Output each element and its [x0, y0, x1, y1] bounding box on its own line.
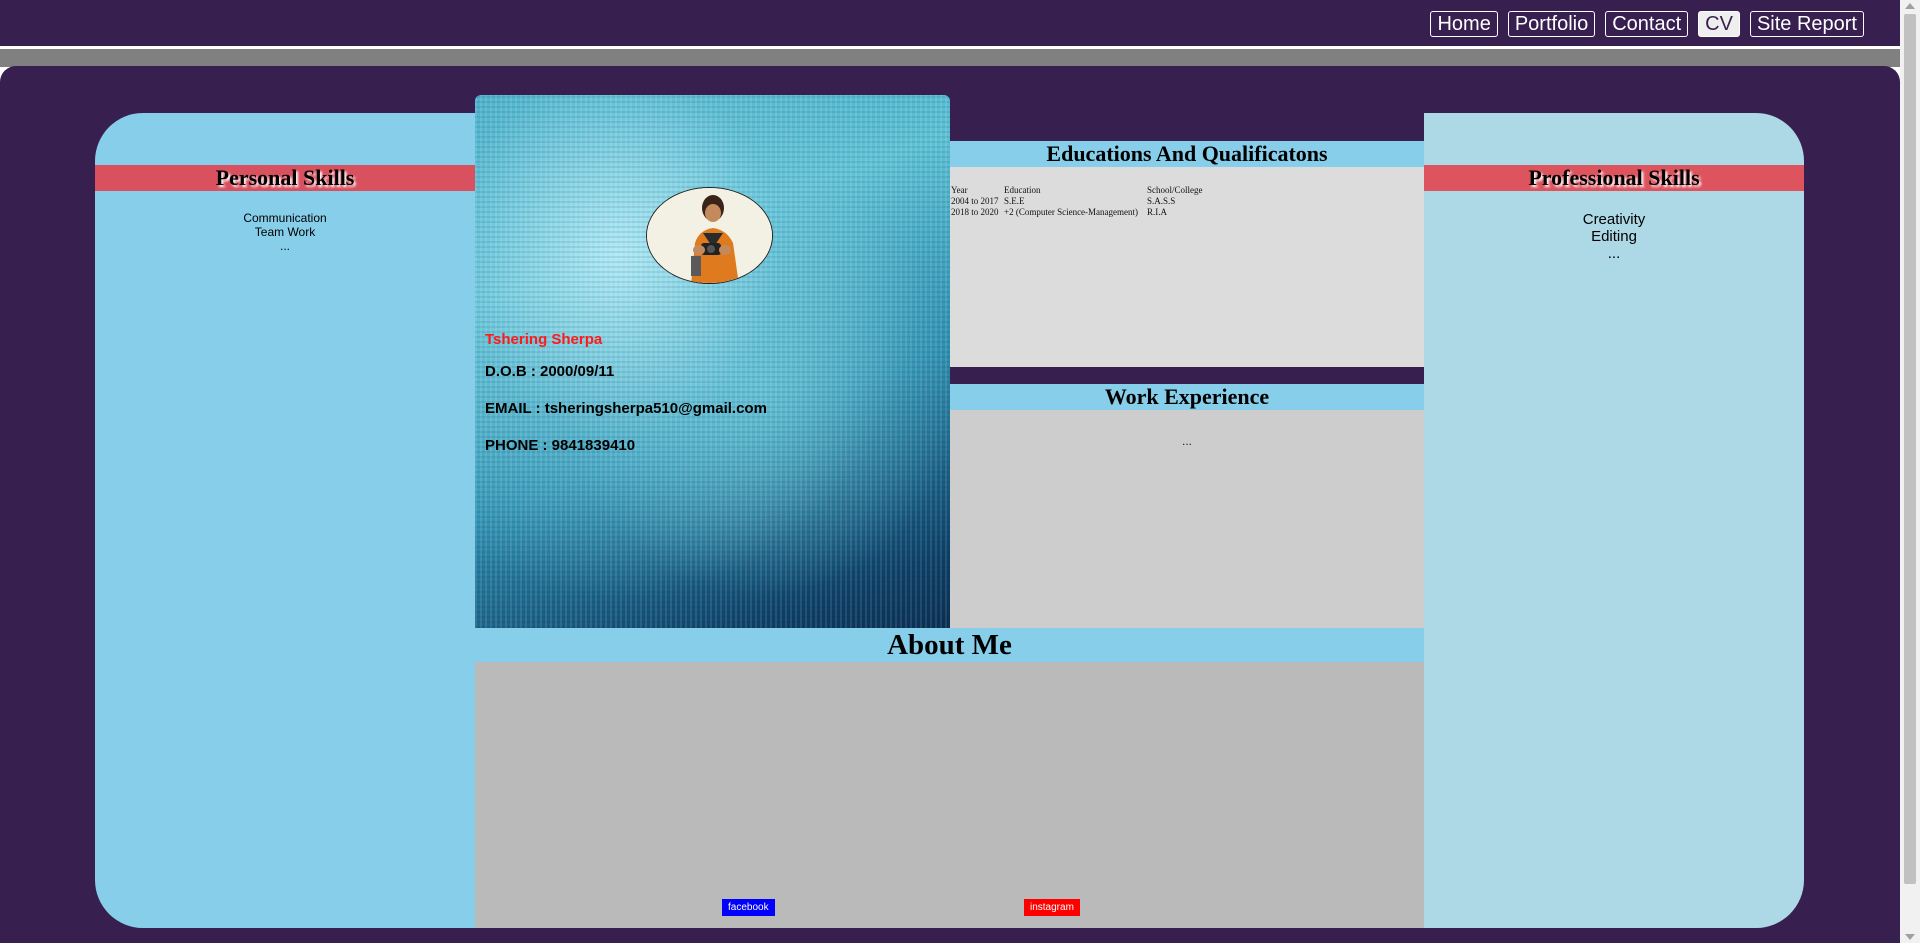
profile-dob: D.O.B : 2000/09/11	[485, 363, 615, 380]
table-header-cell: School/College	[1147, 185, 1203, 195]
profile-avatar	[646, 187, 773, 284]
professional-skill-item: Editing	[1591, 228, 1637, 245]
personal-skill-item: Communication	[243, 211, 327, 225]
profile-phone: PHONE : 9841839410	[485, 437, 636, 454]
table-row: 2018 to 2020 +2 (Computer Science-Manage…	[951, 207, 1205, 218]
table-cell: +2 (Computer Science-Management)	[1004, 207, 1139, 217]
nav-portfolio-button[interactable]: Portfolio	[1507, 11, 1596, 37]
table-row: 2004 to 2017 S.E.E S.A.S.S	[951, 196, 1205, 207]
table-cell: R.I.A	[1147, 207, 1167, 217]
table-cell: 2004 to 2017	[951, 196, 999, 206]
professional-skills-heading: Professional Skills	[1424, 165, 1804, 191]
personal-skills-heading: Personal Skills	[95, 165, 475, 191]
about-heading: About Me	[475, 628, 1424, 662]
education-section: Year Education School/College 2004 to 20…	[950, 167, 1424, 367]
profile-card: Tshering Sherpa D.O.B : 2000/09/11 EMAIL…	[475, 95, 950, 628]
personal-skills-list: Communication Team Work ...	[95, 211, 475, 253]
scroll-up-arrow-icon[interactable]	[1905, 3, 1915, 9]
header-strip	[0, 49, 1900, 67]
personal-skills-panel: Personal Skills Communication Team Work …	[95, 113, 475, 928]
facebook-link[interactable]: facebook	[722, 899, 775, 916]
professional-skill-item: Creativity	[1582, 211, 1646, 228]
table-cell: S.A.S.S	[1147, 196, 1176, 206]
work-experience-heading: Work Experience	[950, 384, 1424, 410]
profile-name: Tshering Sherpa	[485, 331, 603, 348]
table-header-cell: Education	[1004, 185, 1041, 195]
scroll-down-arrow-icon[interactable]	[1905, 934, 1915, 940]
nav-menu: Home Portfolio Contact CV Site Report	[1430, 11, 1864, 37]
nav-contact-button[interactable]: Contact	[1605, 11, 1689, 37]
profile-email: EMAIL : tsheringsherpa510@gmail.com	[485, 400, 767, 417]
nav-home-button[interactable]: Home	[1430, 11, 1498, 37]
professional-skill-item: ...	[1607, 245, 1621, 262]
table-cell: S.E.E	[1004, 196, 1025, 206]
nav-cv-button[interactable]: CV	[1698, 11, 1740, 37]
education-heading: Educations And Qualificatons	[950, 141, 1424, 167]
person-photo-icon	[647, 188, 772, 283]
instagram-link[interactable]: instagram	[1024, 899, 1080, 916]
table-cell: 2018 to 2020	[951, 207, 999, 217]
education-table: Year Education School/College 2004 to 20…	[951, 185, 1205, 218]
scrollbar-thumb[interactable]	[1904, 14, 1916, 884]
professional-skills-panel: Professional Skills Creativity Editing .…	[1424, 113, 1804, 928]
about-section: facebook instagram	[475, 662, 1424, 928]
table-header-cell: Year	[951, 185, 968, 195]
work-experience-text: ...	[1181, 434, 1192, 448]
work-experience-section: ...	[950, 410, 1424, 628]
top-navbar: Home Portfolio Contact CV Site Report	[0, 0, 1900, 48]
personal-skill-item: ...	[279, 239, 290, 253]
professional-skills-list: Creativity Editing ...	[1424, 211, 1804, 262]
nav-site-report-button[interactable]: Site Report	[1749, 11, 1864, 37]
page-scrollbar[interactable]	[1900, 0, 1920, 943]
personal-skill-item: Team Work	[254, 225, 316, 239]
table-header-row: Year Education School/College	[951, 185, 1205, 196]
